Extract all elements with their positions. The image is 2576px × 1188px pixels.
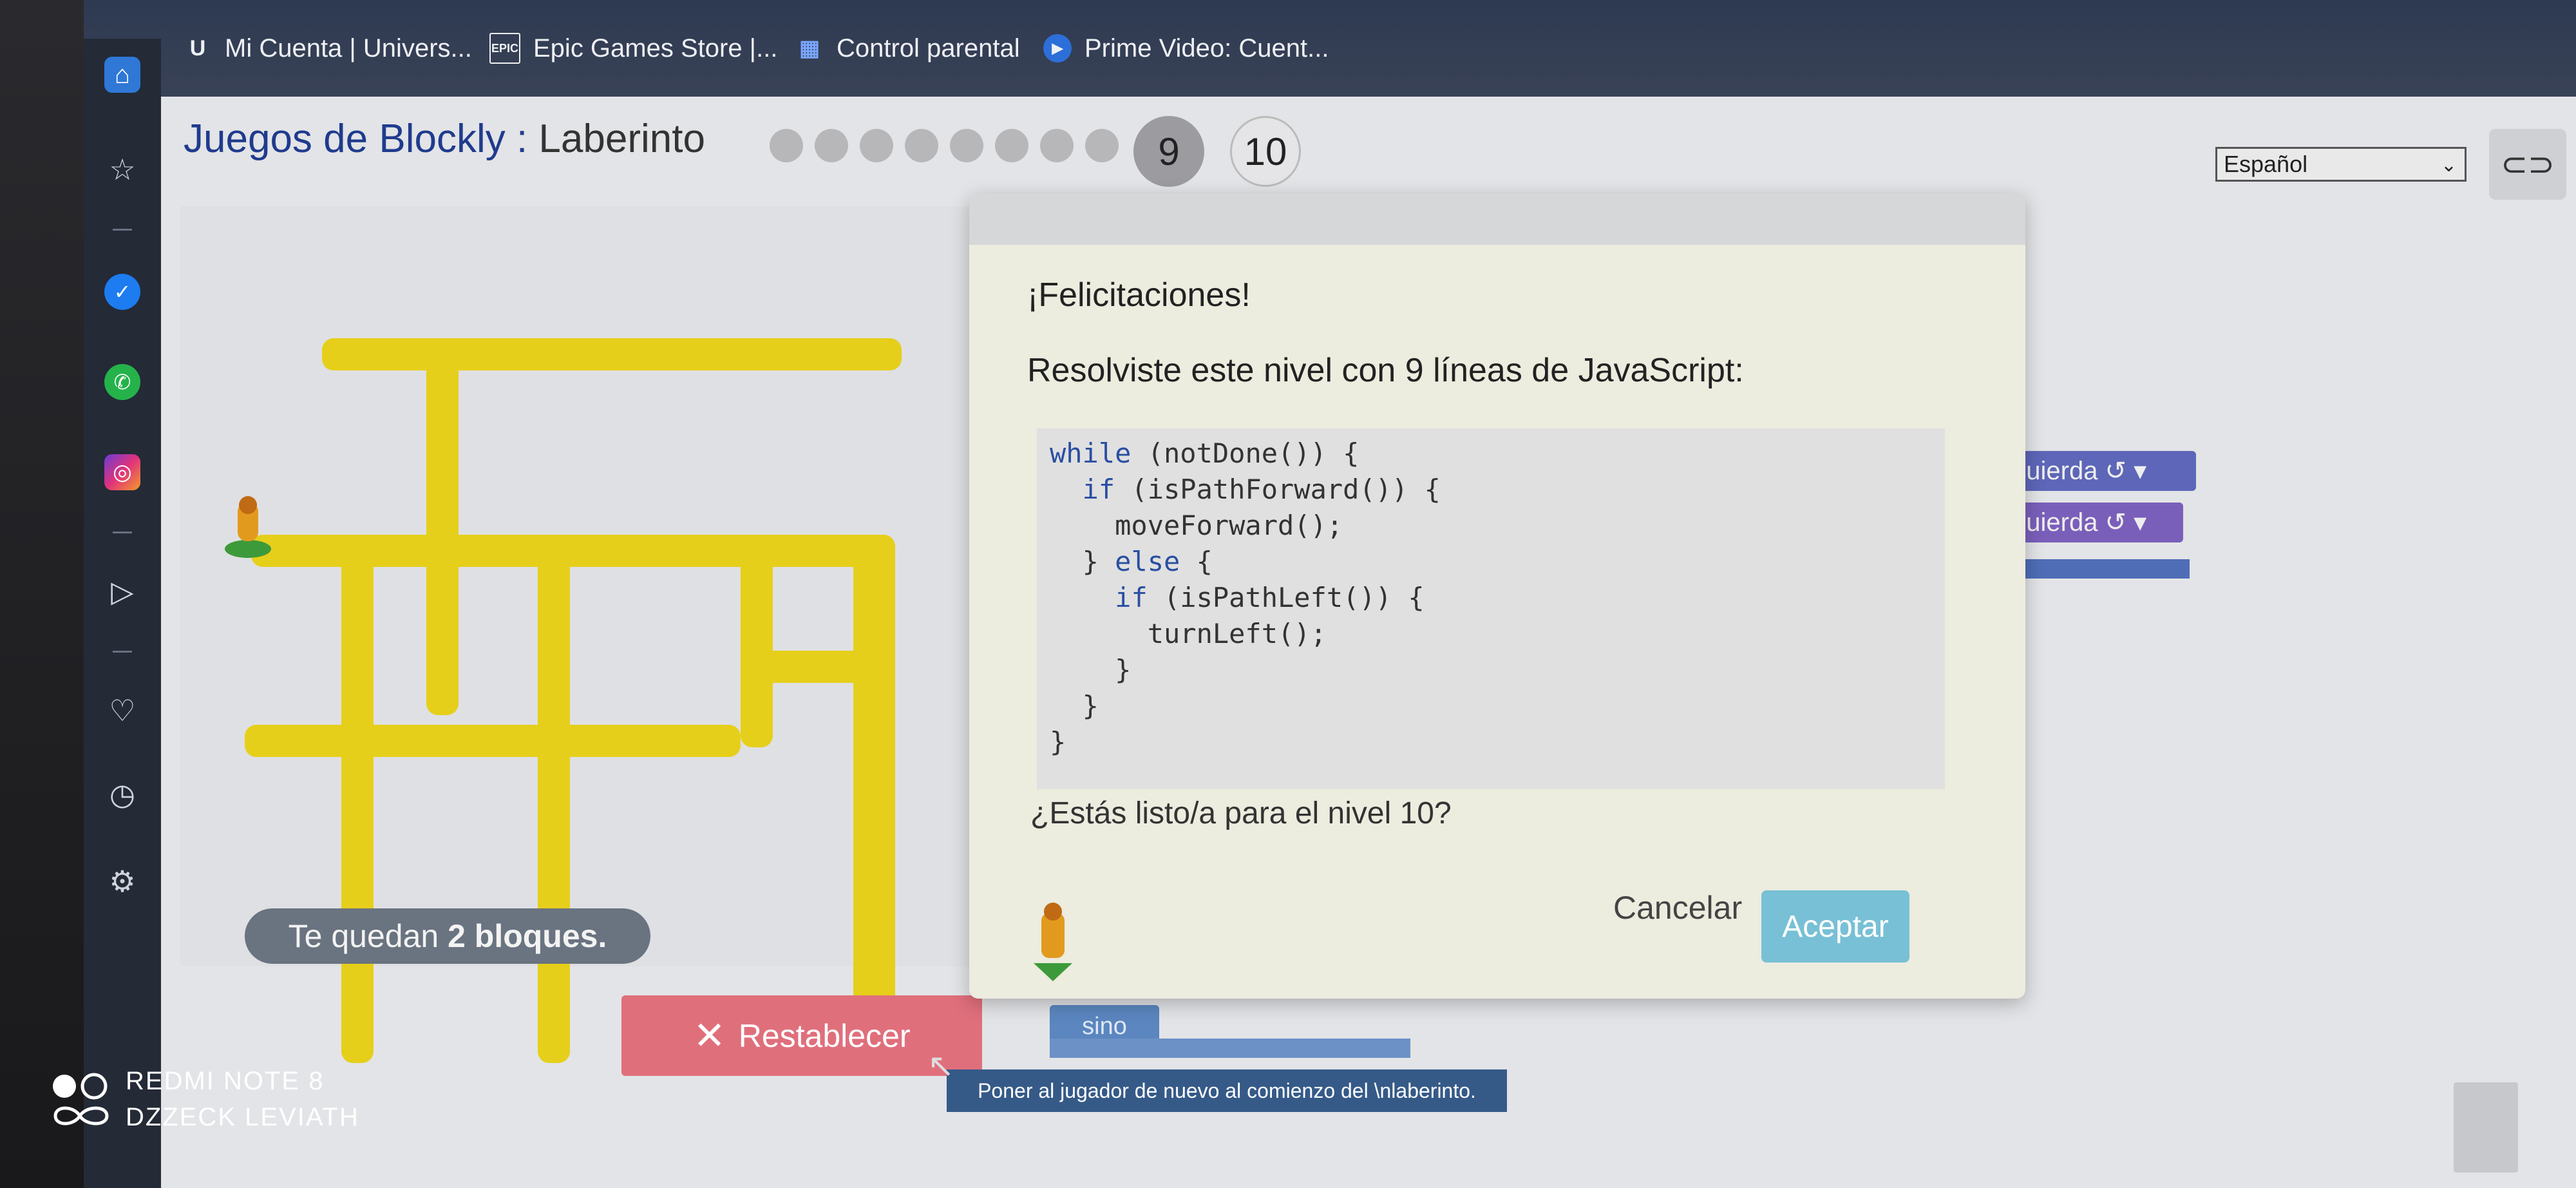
- level-current[interactable]: 9: [1133, 116, 1204, 187]
- code-line: if (isPathForward()) {: [1082, 474, 1441, 505]
- maze-title: Laberinto: [538, 117, 705, 161]
- watermark-line: REDMI NOTE 8: [126, 1067, 325, 1095]
- maze-path: [245, 725, 741, 757]
- level-dot-4[interactable]: [905, 129, 938, 162]
- reset-tooltip: Poner al jugador de nuevo al comienzo de…: [947, 1069, 1507, 1112]
- parental-control-icon: ▦: [799, 36, 820, 61]
- level-next[interactable]: 10: [1230, 116, 1301, 187]
- close-icon: ✕: [693, 1013, 726, 1057]
- maze-path: [538, 554, 570, 1063]
- chevron-down-icon: ⌄: [2440, 155, 2457, 176]
- level-dot-5[interactable]: [950, 129, 983, 162]
- dialog-message: Resolviste este nivel con 9 líneas de Ja…: [1027, 352, 1744, 389]
- congrats-dialog: ¡Felicitaciones! Resolviste este nivel c…: [969, 193, 2025, 999]
- home-icon[interactable]: ⌂: [104, 57, 140, 93]
- blocks-remaining-text: Te quedan: [288, 918, 439, 954]
- page-title: Juegos de Blockly : Laberinto: [184, 116, 705, 162]
- block-label: quierda ↺ ▾: [2012, 508, 2147, 537]
- pegman-icon: [225, 496, 271, 558]
- watermark-line: DZZECK LEVIATH: [126, 1103, 359, 1131]
- code-line: }: [1050, 654, 1132, 685]
- cursor-icon: ↖: [927, 1048, 954, 1084]
- heart-icon[interactable]: ♡: [104, 693, 140, 729]
- maze-path: [341, 554, 374, 1063]
- bookmark-control-parental[interactable]: ▦ Control parental: [795, 26, 1020, 71]
- turn-left-block[interactable]: quierda ↺ ▾: [2003, 503, 2183, 542]
- level-dot-2[interactable]: [815, 129, 848, 162]
- whatsapp-icon[interactable]: ✆: [104, 364, 140, 400]
- workspace-block-bar: [1050, 1039, 1410, 1058]
- code-line: while (notDone()) {: [1050, 437, 1359, 469]
- bookmark-mi-cuenta[interactable]: U Mi Cuenta | Univers...: [184, 26, 472, 71]
- maze-path: [322, 338, 902, 370]
- gear-icon[interactable]: ⚙: [104, 863, 140, 899]
- code-block: while (notDone()) { if (isPathForward())…: [1037, 428, 1945, 789]
- code-line: if (isPathLeft()) {: [1115, 582, 1425, 613]
- reset-label: Restablecer: [738, 1017, 911, 1054]
- prime-video-icon: ▶: [1043, 34, 1072, 62]
- next-level-prompt: ¿Estás listo/a para el nivel 10?: [1030, 796, 1452, 830]
- send-icon[interactable]: ▷: [104, 573, 140, 609]
- code-line: moveForward();: [1050, 510, 1343, 541]
- pegman-icon: [1034, 903, 1072, 981]
- bookmark-epic-games[interactable]: EPIC Epic Games Store |...: [489, 26, 777, 71]
- accept-button[interactable]: Aceptar: [1761, 890, 1909, 963]
- bookmark-label: Epic Games Store |...: [533, 34, 778, 62]
- bookmark-label: Mi Cuenta | Univers...: [225, 34, 472, 62]
- else-label: sino: [1082, 1012, 1127, 1040]
- maze-path: [853, 535, 895, 1050]
- code-line: turnLeft();: [1050, 618, 1327, 649]
- app-title-link[interactable]: Juegos de Blockly: [184, 117, 506, 161]
- bookmark-label: Control parental: [837, 34, 1020, 62]
- dialog-title: ¡Felicitaciones!: [1027, 276, 1251, 314]
- title-separator: :: [505, 117, 539, 161]
- bookmark-label: Prime Video: Cuent...: [1084, 34, 1329, 62]
- level-dot-3[interactable]: [860, 129, 893, 162]
- bookmark-prime-video[interactable]: ▶ Prime Video: Cuent...: [1043, 26, 1329, 71]
- sidebar-divider: [113, 229, 132, 231]
- level-dot-1[interactable]: [770, 129, 803, 162]
- code-line: } else {: [1050, 546, 1213, 577]
- star-icon[interactable]: ☆: [104, 151, 140, 187]
- univision-icon: U: [189, 35, 206, 61]
- epic-games-icon: EPIC: [489, 33, 520, 64]
- dialog-header: [969, 193, 2025, 245]
- language-value: Español: [2224, 151, 2308, 177]
- cancel-button[interactable]: Cancelar: [1613, 889, 1742, 926]
- trash-icon[interactable]: [2454, 1082, 2518, 1173]
- turn-left-block[interactable]: quierda ↺ ▾: [2003, 451, 2196, 491]
- camera-watermark-icon: [53, 1073, 109, 1126]
- link-icon[interactable]: ⊂⊃: [2489, 129, 2566, 200]
- level-dot-7[interactable]: [1040, 129, 1074, 162]
- camera-watermark: REDMI NOTE 8 DZZECK LEVIATH: [126, 1063, 359, 1135]
- block-label: quierda ↺ ▾: [2012, 457, 2147, 485]
- maze-path: [741, 651, 895, 683]
- level-dot-6[interactable]: [995, 129, 1028, 162]
- maze-path: [741, 535, 773, 747]
- language-select[interactable]: Español ⌄: [2215, 147, 2467, 182]
- blocks-remaining-badge: Te quedan 2 bloques.: [245, 908, 650, 964]
- sidebar-divider: [113, 532, 132, 533]
- sidebar-divider: [113, 651, 132, 653]
- code-line: }: [1050, 690, 1099, 722]
- maze-canvas: [180, 206, 1018, 1063]
- blocks-remaining-count: 2 bloques.: [448, 918, 607, 954]
- browser-sidebar: [84, 39, 161, 1188]
- clock-icon[interactable]: ◷: [104, 776, 140, 812]
- level-dot-8[interactable]: [1085, 129, 1119, 162]
- workspace-block-bar: [2003, 559, 2190, 579]
- messenger-icon[interactable]: ✓: [104, 274, 140, 310]
- code-line: }: [1050, 726, 1066, 758]
- instagram-icon[interactable]: ◎: [104, 454, 140, 490]
